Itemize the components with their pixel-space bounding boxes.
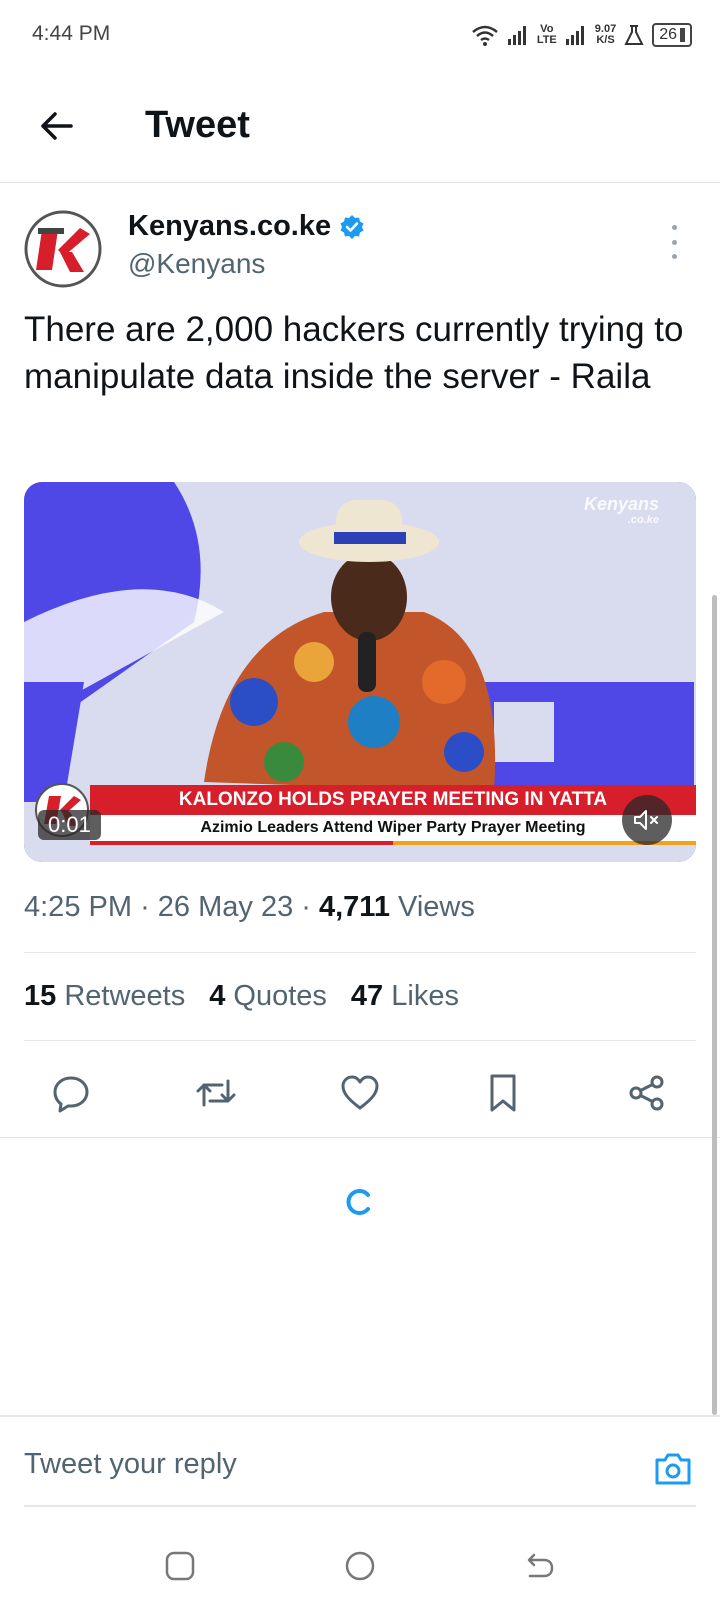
muted-speaker-icon	[634, 810, 658, 830]
retweets-stat[interactable]: 15 Retweets	[24, 980, 185, 1013]
video-banner-stripe	[90, 841, 696, 845]
video-watermark: Kenyans .co.ke	[584, 494, 660, 526]
views-label: Views	[398, 891, 475, 923]
meta-separator: ·	[140, 891, 158, 923]
avatar[interactable]	[24, 210, 102, 288]
loading-spinner-icon	[346, 1189, 370, 1215]
network-speed-unit: K/S	[596, 34, 615, 46]
retweets-count: 15	[24, 980, 57, 1012]
network-speed: 9.07 K/S	[595, 24, 616, 46]
author-name[interactable]: Kenyans.co.ke	[128, 210, 365, 243]
retweet-icon	[196, 1079, 236, 1107]
bookmark-icon	[490, 1074, 516, 1112]
volte-bottom: LTE	[536, 34, 557, 46]
reply-underline	[24, 1505, 696, 1507]
divider	[0, 1137, 720, 1138]
bookmark-button[interactable]	[476, 1066, 530, 1120]
signal-icon-2	[565, 26, 584, 45]
signal-icon	[507, 26, 526, 45]
arrow-left-icon	[41, 112, 73, 140]
square-icon	[165, 1551, 195, 1581]
quotes-stat[interactable]: 4 Quotes	[209, 980, 327, 1013]
video-subheadline: Azimio Leaders Attend Wiper Party Prayer…	[90, 815, 696, 841]
nav-back-button[interactable]	[518, 1544, 562, 1588]
wifi-icon	[472, 25, 498, 46]
kenyans-logo-icon	[24, 210, 102, 288]
verified-badge-icon	[340, 214, 364, 239]
author-name-text: Kenyans.co.ke	[128, 210, 332, 242]
views-count: 4,711	[318, 891, 390, 923]
video-watermark-sub: .co.ke	[627, 514, 660, 526]
tweet-meta: 4:25 PM · 26 May 23 · 4,711 Views	[24, 891, 475, 924]
meta-separator: ·	[301, 891, 319, 923]
reply-input[interactable]	[24, 1448, 624, 1481]
mute-button[interactable]	[622, 795, 672, 845]
video-duration: 0:01	[38, 810, 101, 840]
video-watermark-main: Kenyans	[584, 494, 660, 514]
like-button[interactable]	[333, 1066, 387, 1120]
battery-level: 26	[659, 26, 677, 43]
author-handle[interactable]: @Kenyans	[128, 248, 265, 280]
heart-icon	[341, 1075, 379, 1110]
comment-icon	[53, 1076, 89, 1113]
circle-icon	[345, 1551, 375, 1581]
scrollbar[interactable]	[712, 595, 717, 1415]
retweet-button[interactable]	[189, 1066, 243, 1120]
likes-stat[interactable]: 47 Likes	[351, 980, 459, 1013]
retweets-label: Retweets	[64, 980, 186, 1012]
likes-label: Likes	[391, 980, 459, 1012]
camera-button[interactable]	[650, 1446, 696, 1492]
reply-button[interactable]	[44, 1066, 98, 1120]
back-button[interactable]	[30, 100, 82, 152]
tweet-time[interactable]: 4:25 PM	[24, 891, 132, 923]
battery-fill	[680, 28, 685, 42]
more-vertical-icon	[671, 225, 677, 230]
status-time: 4:44 PM	[32, 22, 111, 45]
likes-count: 47	[350, 980, 384, 1012]
page-title: Tweet	[145, 104, 250, 146]
video-headline: KALONZO HOLDS PRAYER MEETING IN YATTA	[90, 785, 696, 815]
header-divider	[0, 182, 720, 183]
quotes-count: 4	[209, 980, 226, 1012]
divider	[24, 1040, 696, 1041]
flask-icon	[624, 25, 644, 45]
return-arrow-icon	[527, 1553, 554, 1578]
camera-icon	[655, 1453, 691, 1485]
battery-indicator: 26	[652, 23, 692, 47]
reply-bar-divider	[0, 1415, 720, 1417]
share-button[interactable]	[620, 1066, 674, 1120]
more-vertical-icon-dot	[671, 254, 677, 259]
more-vertical-icon-dot	[671, 239, 677, 245]
recent-apps-button[interactable]	[158, 1544, 202, 1588]
tweet-date[interactable]: 26 May 23	[158, 891, 293, 923]
tweet-stats: 15 Retweets 4 Quotes 47 Likes	[24, 980, 459, 1013]
status-icons: Vo LTE 9.07 K/S 26	[471, 20, 692, 50]
share-icon	[629, 1075, 664, 1111]
home-button[interactable]	[338, 1544, 382, 1588]
more-options-button[interactable]	[668, 225, 680, 259]
tweet-video[interactable]: Kenyans .co.ke KALONZO HOLDS PRAYER MEET…	[24, 482, 696, 862]
volte-icon: Vo LTE	[537, 24, 557, 46]
quotes-label: Quotes	[233, 980, 327, 1012]
divider	[24, 952, 696, 953]
tweet-text: There are 2,000 hackers currently trying…	[24, 310, 684, 396]
